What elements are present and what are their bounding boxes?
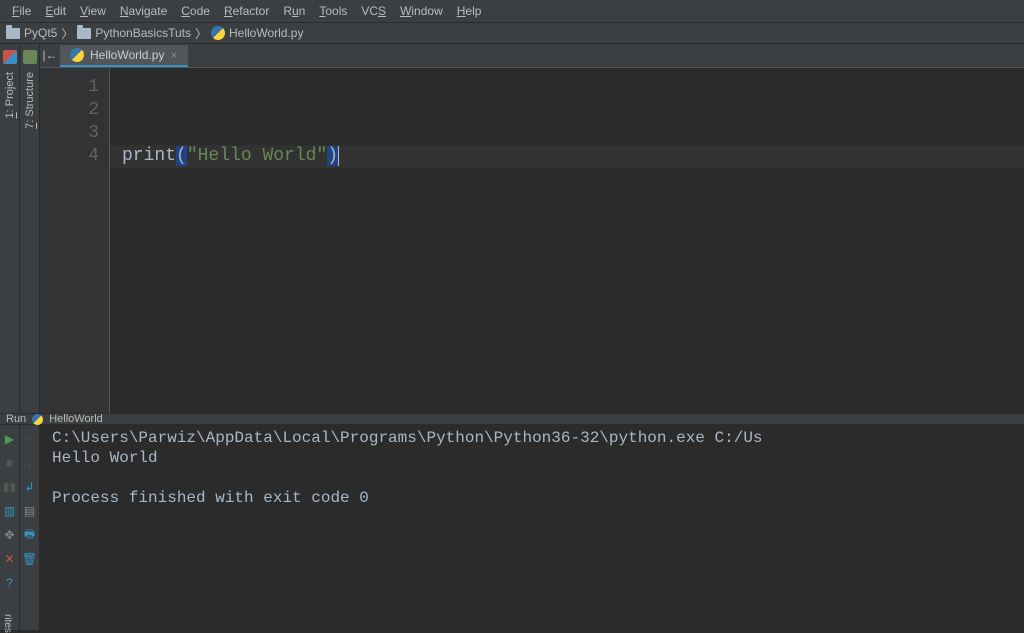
run-header-label: Run xyxy=(6,413,26,425)
breadcrumb-bar: PyQt5 〉 PythonBasicsTuts 〉 HelloWorld.py xyxy=(0,22,1024,44)
project-tool-button[interactable]: 1: Project xyxy=(4,68,16,122)
run-panel-actions-col1: ▶ ■ ▮▮ ▥ ✥ ✕ ? xyxy=(0,425,20,630)
menu-item-window[interactable]: Window xyxy=(394,2,449,20)
console-line: Hello World xyxy=(52,449,1012,469)
line-number-gutter: 1234 xyxy=(40,68,110,413)
print-button[interactable]: 🖶 xyxy=(22,527,38,543)
line-number: 4 xyxy=(40,145,99,168)
menu-bar: FileEditViewNavigateCodeRefactorRunTools… xyxy=(0,0,1024,22)
breadcrumb-label: HelloWorld.py xyxy=(229,26,303,40)
stop-button[interactable]: ■ xyxy=(2,455,18,471)
up-arrow-button[interactable]: ↑ xyxy=(22,431,38,447)
tool-col-project: 1: Project xyxy=(0,44,20,413)
chevron-right-icon: 〉 xyxy=(195,25,207,42)
help-button[interactable]: ? xyxy=(2,575,18,591)
menu-item-refactor[interactable]: Refactor xyxy=(218,2,275,20)
editor-tab-label: HelloWorld.py xyxy=(90,48,164,62)
breadcrumb-label: PyQt5 xyxy=(24,26,57,40)
structure-tool-button[interactable]: 7: Structure xyxy=(24,68,36,133)
chevron-right-icon: 〉 xyxy=(61,25,73,42)
trash-button[interactable]: 🗑 xyxy=(22,551,38,567)
pause-button[interactable]: ▮▮ xyxy=(2,479,18,495)
menu-item-run[interactable]: Run xyxy=(277,2,311,20)
pin-button[interactable]: ✥ xyxy=(2,527,18,543)
breadcrumb-label: PythonBasicsTuts xyxy=(95,26,191,40)
editor-tab-active[interactable]: HelloWorld.py × xyxy=(60,45,188,67)
menu-item-edit[interactable]: Edit xyxy=(39,2,72,20)
menu-item-file[interactable]: File xyxy=(6,2,37,20)
menu-item-vcs[interactable]: VCS xyxy=(355,2,392,20)
folder-icon xyxy=(6,28,20,39)
run-toolwindow-header[interactable]: Run HelloWorld xyxy=(0,413,1024,425)
menu-item-view[interactable]: View xyxy=(74,2,112,20)
code-area-wrapper: 1234 print("Hello World") xyxy=(40,68,1024,413)
breadcrumb-item[interactable]: HelloWorld.py xyxy=(211,26,303,40)
console-line: C:\Users\Parwiz\AppData\Local\Programs\P… xyxy=(52,429,1012,449)
line-number: 3 xyxy=(40,122,99,145)
breadcrumb-item[interactable]: PythonBasicsTuts xyxy=(77,26,191,40)
line-number: 1 xyxy=(40,76,99,99)
code-editor[interactable]: print("Hello World") xyxy=(110,68,1024,413)
run-panel-actions-col2: ↑ ↓ ↲ ▤ 🖶 🗑 xyxy=(20,425,40,630)
layout-button[interactable]: ▥ xyxy=(2,503,18,519)
down-arrow-button[interactable]: ↓ xyxy=(22,455,38,471)
python-file-icon xyxy=(70,48,84,62)
structure-icon xyxy=(23,50,37,64)
project-collapse-toggle[interactable]: |← xyxy=(40,43,60,67)
run-panel: ▶ ■ ▮▮ ▥ ✥ ✕ ? ↑ ↓ ↲ ▤ 🖶 🗑 C:\Users\Parw… xyxy=(0,425,1024,630)
python-file-icon xyxy=(211,26,225,40)
editor-panel: |← HelloWorld.py × 1234 print("Hello Wor… xyxy=(40,44,1024,413)
rerun-button[interactable]: ▶ xyxy=(2,431,18,447)
code-line[interactable] xyxy=(122,99,1012,122)
scroll-to-end-button[interactable]: ▤ xyxy=(22,503,38,519)
menu-item-tools[interactable]: Tools xyxy=(313,2,353,20)
menu-item-code[interactable]: Code xyxy=(175,2,216,20)
menu-item-help[interactable]: Help xyxy=(451,2,488,20)
project-icon xyxy=(3,50,17,64)
tool-col-structure: 7: Structure xyxy=(20,44,40,413)
code-line[interactable]: print("Hello World") xyxy=(122,145,1012,168)
menu-item-navigate[interactable]: Navigate xyxy=(114,2,173,20)
run-config-name: HelloWorld xyxy=(49,413,103,425)
close-tab-icon[interactable]: × xyxy=(170,48,177,62)
soft-wrap-button[interactable]: ↲ xyxy=(22,479,38,495)
python-run-icon xyxy=(32,414,43,425)
console-line xyxy=(52,469,1012,489)
favorites-tool-button[interactable]: rites xyxy=(0,612,15,630)
code-line[interactable] xyxy=(122,76,1012,99)
close-run-button[interactable]: ✕ xyxy=(2,551,18,567)
folder-icon xyxy=(77,28,91,39)
run-console-output[interactable]: C:\Users\Parwiz\AppData\Local\Programs\P… xyxy=(40,425,1024,630)
editor-tab-bar: |← HelloWorld.py × xyxy=(40,44,1024,68)
console-line: Process finished with exit code 0 xyxy=(52,489,1012,509)
line-number: 2 xyxy=(40,99,99,122)
breadcrumb-item[interactable]: PyQt5 xyxy=(6,26,57,40)
code-line[interactable] xyxy=(122,122,1012,145)
